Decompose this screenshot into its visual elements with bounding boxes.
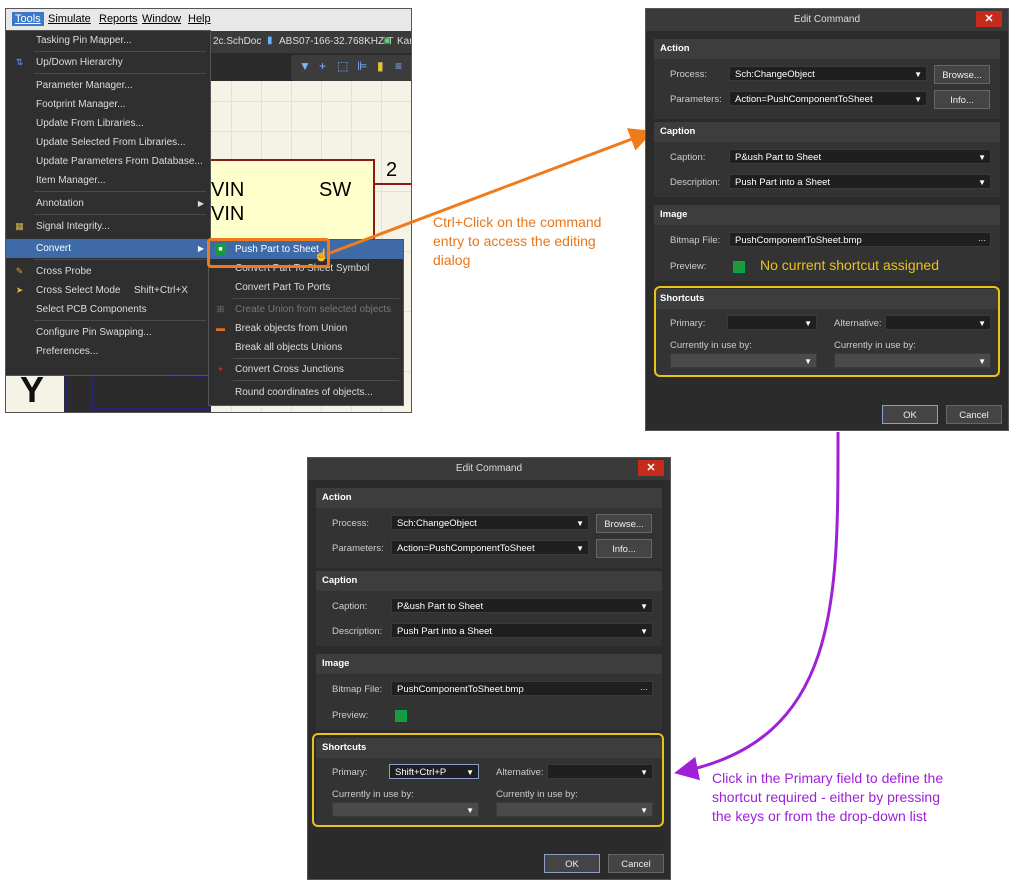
process-field[interactable]: Sch:ChangeObject ▼ [729,66,927,81]
info-button[interactable]: Info... [934,90,990,109]
ok-button[interactable]: OK [544,854,600,873]
chevron-down-icon: ▼ [640,602,648,611]
chevron-down-icon: ▼ [914,70,922,79]
browse-button[interactable]: Browse... [934,65,990,84]
highlight-box-shortcuts [654,286,1000,377]
parameters-field[interactable]: Action=PushComponentToSheet ▼ [729,91,927,106]
info-button[interactable]: Info... [596,539,652,558]
edit-command-dialog-before: Edit Command ✕ Action Process: Sch:Chang… [645,8,1009,431]
preview-icon [733,261,745,273]
caption-section: Caption Caption: P&ush Part to Sheet ▼ De… [316,571,662,646]
chevron-down-icon: ▼ [978,153,986,162]
edit-command-dialog-after: Edit Command ✕ Action Process: Sch:Chang… [307,457,671,880]
description-field[interactable]: Push Part into a Sheet ▼ [391,623,653,638]
chevron-down-icon: ▼ [576,544,584,553]
bitmap-field[interactable]: PushComponentToSheet.bmp ··· [391,681,653,696]
chevron-down-icon: ▼ [914,95,922,104]
caption-section: Caption Caption: P&ush Part to Sheet ▼ De… [654,122,1000,197]
purple-arrow [674,431,840,781]
highlight-box-shortcuts [312,733,664,827]
cancel-button[interactable]: Cancel [946,405,1002,424]
cancel-button[interactable]: Cancel [608,854,664,873]
chevron-down-icon: ▼ [576,519,584,528]
caption-field[interactable]: P&ush Part to Sheet ▼ [729,149,991,164]
caption-field[interactable]: P&ush Part to Sheet ▼ [391,598,653,613]
annotation-click-primary: Click in the Primary field to define the… [712,770,944,824]
dialog-title: Edit Command [308,458,670,480]
dialog-title: Edit Command [646,9,1008,31]
close-button[interactable]: ✕ [976,11,1002,27]
close-button[interactable]: ✕ [638,460,664,476]
action-section: Action Process: Sch:ChangeObject ▼ Browse… [316,488,662,568]
description-field[interactable]: Push Part into a Sheet ▼ [729,174,991,189]
action-section: Action Process: Sch:ChangeObject ▼ Browse… [654,39,1000,119]
annotation-ctrl-click: Ctrl+Click on the command entry to acces… [433,214,602,268]
browse-button[interactable]: Browse... [596,514,652,533]
chevron-down-icon: ▼ [640,627,648,636]
browse-dots-icon: ··· [978,236,986,245]
bitmap-field[interactable]: PushComponentToSheet.bmp ··· [729,232,991,247]
process-field[interactable]: Sch:ChangeObject ▼ [391,515,589,530]
preview-icon [395,710,407,722]
ok-button[interactable]: OK [882,405,938,424]
image-section: Image Bitmap File: PushComponentToSheet.… [316,654,662,730]
image-section: Image Bitmap File: PushComponentToSheet.… [654,205,1000,281]
annotation-no-shortcut: No current shortcut assigned [760,257,939,273]
chevron-down-icon: ▼ [978,178,986,187]
browse-dots-icon: ··· [640,685,648,694]
parameters-field[interactable]: Action=PushComponentToSheet ▼ [391,540,589,555]
